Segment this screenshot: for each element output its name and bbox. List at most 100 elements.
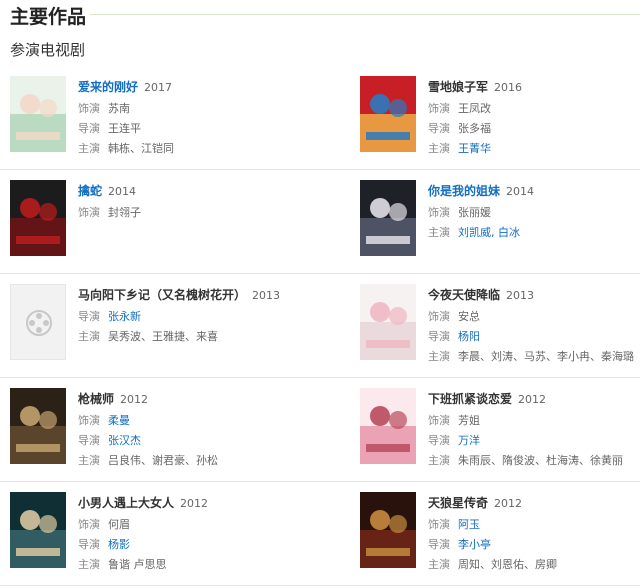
work-field: 饰演 苏南 <box>78 102 306 116</box>
field-label: 主演 <box>78 330 100 343</box>
field-label: 主演 <box>428 142 450 155</box>
film-reel-icon[interactable] <box>10 284 66 360</box>
work-title-line: 天狼星传奇 2012 <box>428 495 640 512</box>
work-title[interactable]: 天狼星传奇 <box>428 496 488 510</box>
work-field: 饰演 安总 <box>428 310 640 324</box>
work-item: 你是我的姐妹 2014 饰演 张丽媛主演 刘凯威, 白冰 <box>360 180 640 264</box>
work-year: 2014 <box>108 185 137 198</box>
field-value[interactable]: 杨影 <box>108 538 130 551</box>
work-title[interactable]: 擒蛇 <box>78 184 102 198</box>
work-title[interactable]: 今夜天使降临 <box>428 288 500 302</box>
field-label: 主演 <box>428 350 450 363</box>
field-value[interactable]: 张汉杰 <box>108 434 141 447</box>
poster-image[interactable] <box>360 180 416 256</box>
poster-image[interactable] <box>10 76 66 152</box>
work-title[interactable]: 雪地娘子军 <box>428 80 488 94</box>
field-label: 饰演 <box>428 414 450 427</box>
field-label: 导演 <box>428 434 450 447</box>
work-field: 饰演 芳姐 <box>428 414 640 428</box>
field-label: 主演 <box>78 454 100 467</box>
work-title[interactable]: 马向阳下乡记（又名槐树花开） <box>78 288 246 302</box>
field-value: 张多福 <box>458 122 491 135</box>
work-year: 2016 <box>494 81 523 94</box>
field-value[interactable]: 阿玉 <box>458 518 480 531</box>
works-grid: 爱来的刚好 2017 饰演 苏南 导演 王连平 主演 韩栋、江铠同 雪地娘子军 2016 饰演 王凤改… <box>0 66 640 586</box>
works-row: 爱来的刚好 2017 饰演 苏南 导演 王连平 主演 韩栋、江铠同 雪地娘子军 2016 饰演 王凤改… <box>0 66 640 170</box>
poster-image[interactable] <box>360 76 416 152</box>
field-value: 韩栋、江铠同 <box>108 142 174 155</box>
poster-image[interactable] <box>10 492 66 568</box>
work-year: 2013 <box>506 289 535 302</box>
field-value[interactable]: 李小亭 <box>458 538 491 551</box>
work-title[interactable]: 爱来的刚好 <box>78 80 138 94</box>
field-value[interactable]: 柔曼 <box>108 414 130 427</box>
field-value[interactable]: 杨阳 <box>458 330 480 343</box>
field-label: 导演 <box>78 434 100 447</box>
work-field: 导演 张永新 <box>78 310 306 324</box>
field-value[interactable]: 万洋 <box>458 434 480 447</box>
work-info: 擒蛇 2014 饰演 封翎子 <box>78 183 306 220</box>
field-label: 导演 <box>78 538 100 551</box>
work-field: 饰演 张丽媛 <box>428 206 640 220</box>
field-label: 主演 <box>78 142 100 155</box>
field-label: 饰演 <box>78 102 100 115</box>
work-year: 2013 <box>252 289 281 302</box>
field-value: 芳姐 <box>458 414 480 427</box>
field-value[interactable]: 王菁华 <box>458 142 491 155</box>
work-field: 主演 王菁华 <box>428 142 640 156</box>
work-field: 导演 王连平 <box>78 122 306 136</box>
work-item: 今夜天使降临 2013 饰演 安总 导演 杨阳 主演 李晨、刘涛、马苏、李小冉、秦海璐 <box>360 284 640 368</box>
field-value[interactable]: 刘凯威, 白冰 <box>458 226 520 239</box>
work-title-line: 小男人遇上大女人 2012 <box>78 495 306 512</box>
work-field: 主演 刘凯威, 白冰 <box>428 226 640 240</box>
work-item: 马向阳下乡记（又名槐树花开） 2013 导演 张永新 主演 吴秀波、王雅捷、来喜 <box>10 284 310 368</box>
poster-image[interactable] <box>10 388 66 464</box>
work-year: 2014 <box>506 185 535 198</box>
work-title-line: 爱来的刚好 2017 <box>78 79 306 96</box>
work-title-line: 擒蛇 2014 <box>78 183 306 200</box>
work-title[interactable]: 小男人遇上大女人 <box>78 496 174 510</box>
field-label: 饰演 <box>428 206 450 219</box>
work-year: 2012 <box>180 497 209 510</box>
field-value: 王连平 <box>108 122 141 135</box>
work-title[interactable]: 下班抓紧谈恋爱 <box>428 392 512 406</box>
works-row: 马向阳下乡记（又名槐树花开） 2013 导演 张永新 主演 吴秀波、王雅捷、来喜 今夜天使降… <box>0 274 640 378</box>
field-value: 周知、刘恩佑、房卿 <box>458 558 557 571</box>
field-label: 导演 <box>428 330 450 343</box>
sub-section-title: 参演电视剧 <box>10 41 86 59</box>
field-value[interactable]: 张永新 <box>108 310 141 323</box>
field-value: 王凤改 <box>458 102 491 115</box>
field-value: 朱雨辰、隋俊波、杜海涛、徐黄丽 <box>458 454 623 467</box>
work-field: 主演 周知、刘恩佑、房卿 <box>428 558 640 572</box>
work-info: 今夜天使降临 2013 饰演 安总 导演 杨阳 主演 李晨、刘涛、马苏、李小冉、秦海璐 <box>428 287 640 364</box>
field-value: 安总 <box>458 310 480 323</box>
poster-image[interactable] <box>10 180 66 256</box>
work-year: 2012 <box>494 497 523 510</box>
field-label: 主演 <box>78 558 100 571</box>
work-title-line: 下班抓紧谈恋爱 2012 <box>428 391 640 408</box>
work-title[interactable]: 你是我的姐妹 <box>428 184 500 198</box>
work-info: 小男人遇上大女人 2012 饰演 何眉 导演 杨影 主演 鲁谐 卢思思 <box>78 495 306 572</box>
field-label: 饰演 <box>78 518 100 531</box>
field-label: 饰演 <box>428 310 450 323</box>
poster-image[interactable] <box>360 388 416 464</box>
field-label: 导演 <box>428 538 450 551</box>
field-label: 导演 <box>78 122 100 135</box>
field-label: 导演 <box>78 310 100 323</box>
work-field: 饰演 王凤改 <box>428 102 640 116</box>
work-title-line: 雪地娘子军 2016 <box>428 79 640 96</box>
work-field: 主演 朱雨辰、隋俊波、杜海涛、徐黄丽 <box>428 454 640 468</box>
work-item: 擒蛇 2014 饰演 封翎子 <box>10 180 310 264</box>
work-title[interactable]: 枪械师 <box>78 392 114 406</box>
field-label: 饰演 <box>78 414 100 427</box>
work-item: 天狼星传奇 2012 饰演 阿玉 导演 李小亭 主演 周知、刘恩佑、房卿 <box>360 492 640 576</box>
poster-image[interactable] <box>360 492 416 568</box>
work-item: 小男人遇上大女人 2012 饰演 何眉 导演 杨影 主演 鲁谐 卢思思 <box>10 492 310 576</box>
poster-image[interactable] <box>360 284 416 360</box>
work-item: 雪地娘子军 2016 饰演 王凤改 导演 张多福 主演 王菁华 <box>360 76 640 160</box>
work-field: 导演 万洋 <box>428 434 640 448</box>
work-field: 主演 吕良伟、谢君豪、孙松 <box>78 454 306 468</box>
work-info: 爱来的刚好 2017 饰演 苏南 导演 王连平 主演 韩栋、江铠同 <box>78 79 306 156</box>
work-field: 主演 韩栋、江铠同 <box>78 142 306 156</box>
work-year: 2017 <box>144 81 173 94</box>
